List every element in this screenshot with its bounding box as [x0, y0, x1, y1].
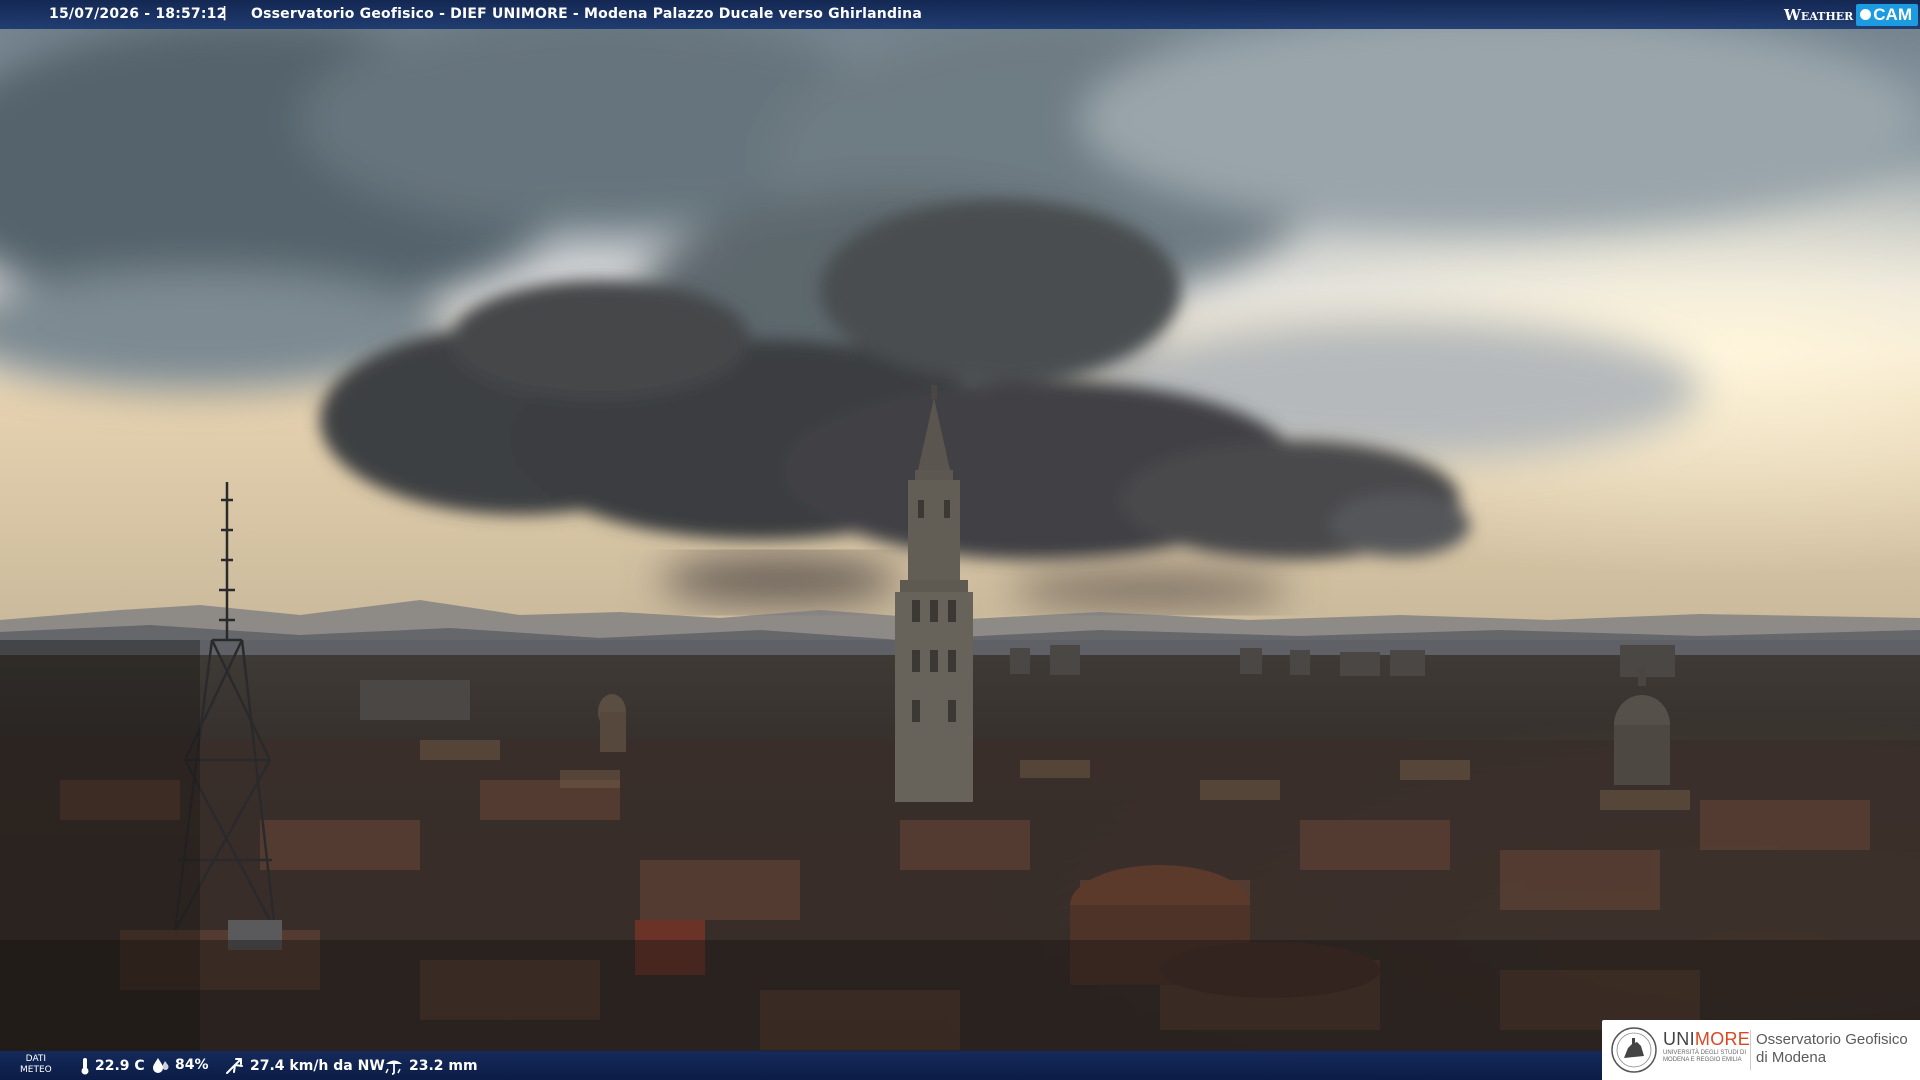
observatory-name-line2: di Modena	[1756, 1049, 1827, 1066]
wind-reading: 27.4 km/h da NW	[225, 1057, 385, 1075]
humidity-drop-icon	[153, 1058, 169, 1073]
top-overlay-bar: 15/07/2026 - 18:57:12 | Osservatorio Geo…	[0, 0, 1920, 29]
title-separator: |	[222, 5, 228, 21]
unimore-wordmark-uni: UNI	[1663, 1029, 1695, 1049]
wind-icon	[226, 1058, 243, 1074]
unimore-subtitle: UNIVERSITÀ DEGLI STUDI DI MODENA E REGGI…	[1663, 1050, 1747, 1064]
humidity-reading: 84%	[152, 1057, 209, 1073]
unimore-subtitle-line1: UNIVERSITÀ DEGLI STUDI DI	[1663, 1050, 1747, 1056]
webcam-image	[0, 0, 1920, 1080]
thermometer-icon	[81, 1058, 89, 1075]
temperature-reading: 22.9 C	[80, 1057, 145, 1075]
meteo-label: DATI METEO	[20, 1054, 52, 1076]
temperature-value: 22.9 C	[95, 1058, 145, 1074]
camera-dot-icon	[1860, 9, 1872, 20]
unimore-wordmark-more: MORE	[1694, 1029, 1751, 1049]
humidity-value: 84%	[175, 1057, 209, 1073]
meteo-label-line1: DATI	[25, 1054, 47, 1064]
rain-gauge-icon	[385, 1060, 402, 1075]
meteo-data-bar: DATI METEO 22.9 C 84% 27.4 km/h da NW 23…	[0, 1051, 1602, 1080]
weathercam-logo: Weather CAM	[1784, 2, 1918, 27]
timestamp: 15/07/2026 - 18:57:12	[49, 6, 227, 22]
meteo-label-line2: METEO	[20, 1065, 52, 1075]
unimore-subtitle-line2: MODENA E REGGIO EMILIA	[1663, 1057, 1742, 1063]
observatory-name-line1: Osservatorio Geofisico	[1756, 1031, 1908, 1048]
rain-value: 23.2 mm	[409, 1058, 478, 1074]
camera-title: Osservatorio Geofisico - DIEF UNIMORE - …	[251, 6, 922, 22]
rain-reading: 23.2 mm	[384, 1057, 478, 1075]
observatory-name: Osservatorio Geofisico di Modena	[1756, 1031, 1908, 1067]
unimore-wordmark: UNIMORE	[1663, 1029, 1750, 1050]
weathercam-logo-cam: CAM	[1856, 3, 1918, 26]
logo-divider	[1750, 1030, 1751, 1070]
unimore-logo: UNIMORE UNIVERSITÀ DEGLI STUDI DI MODENA…	[1602, 1020, 1920, 1080]
weathercam-logo-weather: Weather	[1784, 5, 1854, 24]
wind-value: 27.4 km/h da NW	[250, 1058, 385, 1074]
weathercam-logo-cam-text: CAM	[1873, 4, 1912, 24]
university-seal-icon	[1611, 1027, 1657, 1073]
